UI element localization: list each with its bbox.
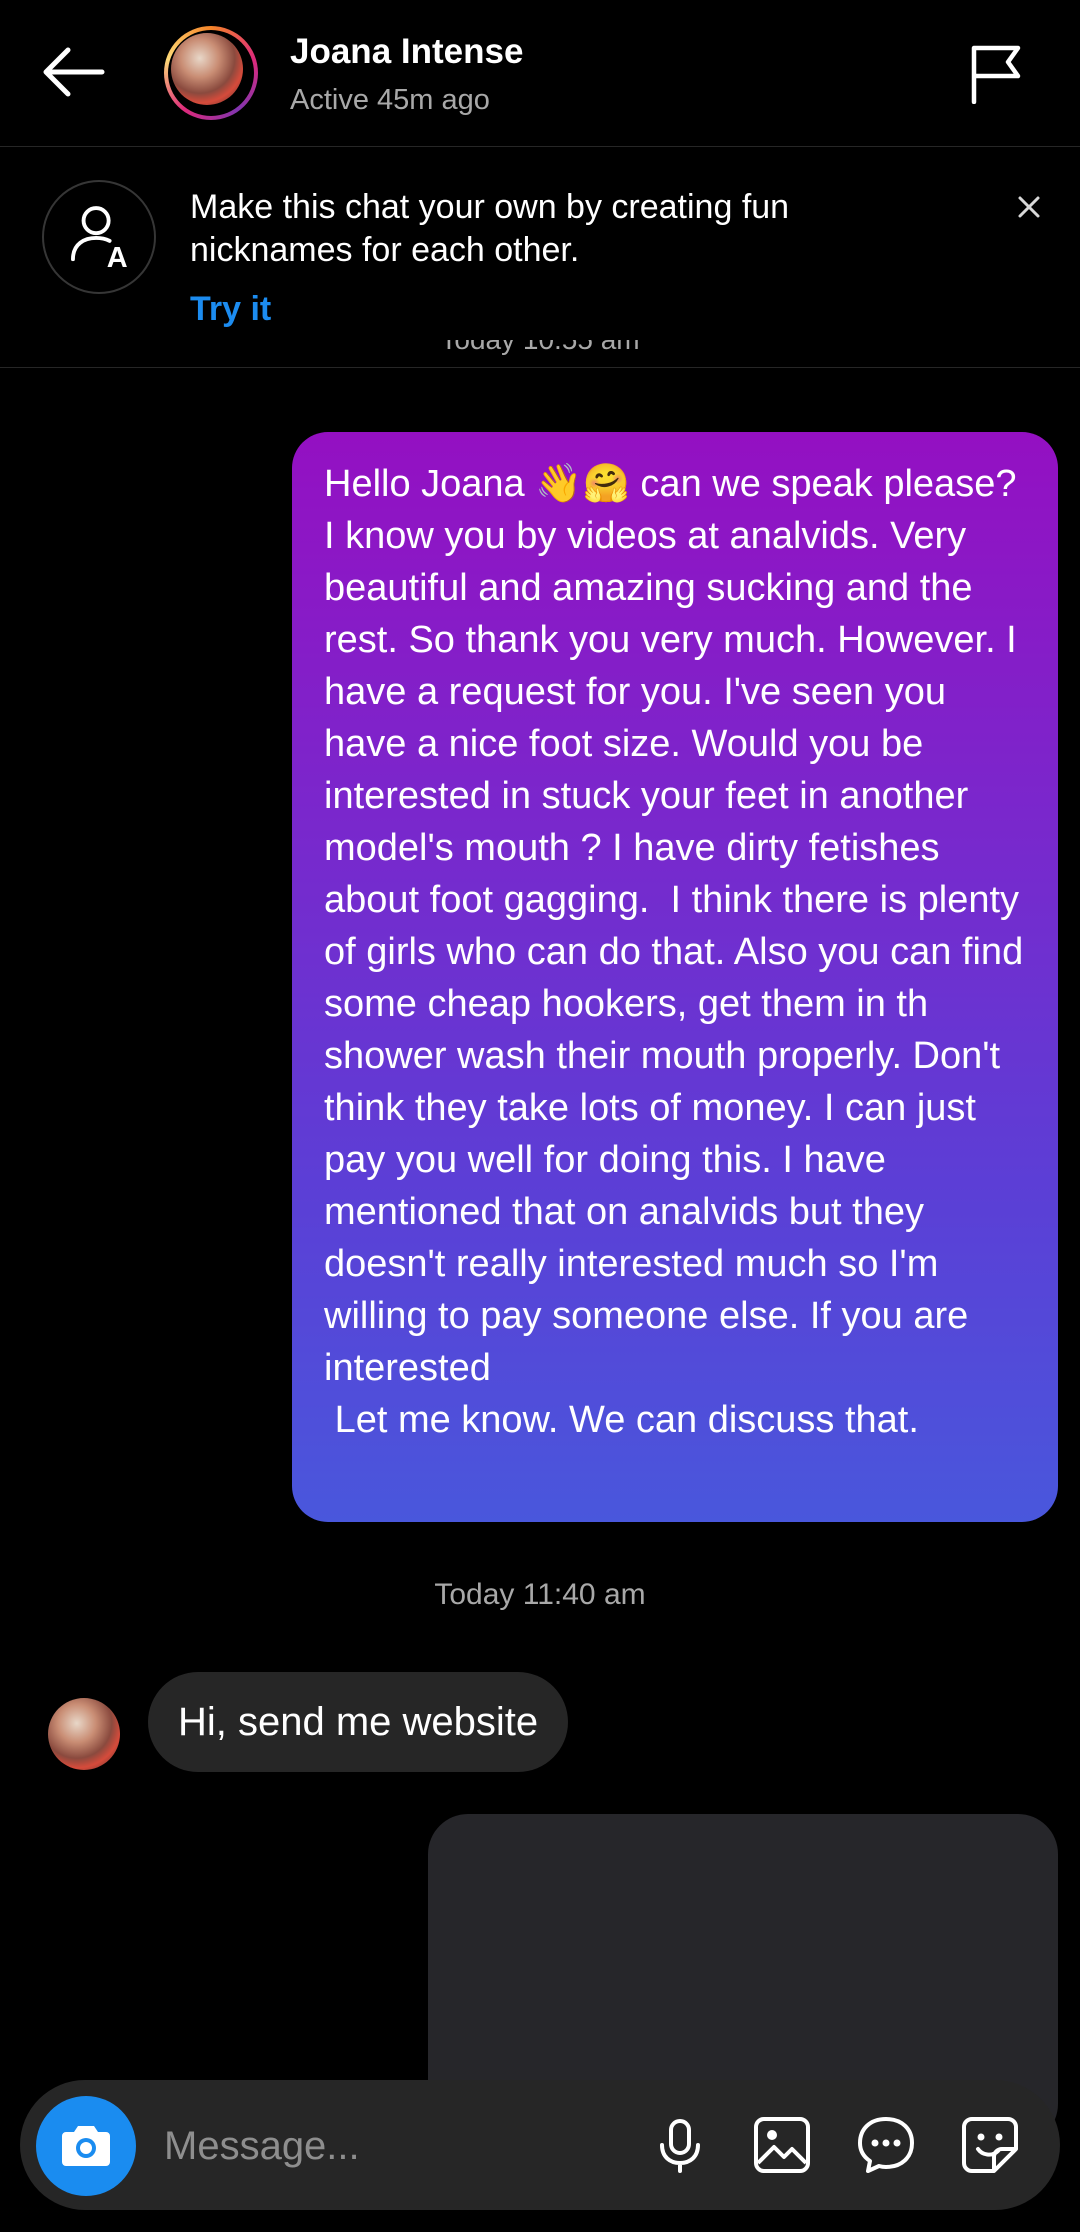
- partial-timestamp: Today 10:55 am: [0, 340, 1080, 372]
- chat-bubble-icon[interactable]: [854, 2113, 918, 2177]
- microphone-icon[interactable]: [648, 2113, 712, 2177]
- banner-text: Make this chat your own by creating fun …: [190, 188, 790, 269]
- back-arrow-icon[interactable]: [40, 44, 106, 100]
- sender-avatar[interactable]: [48, 1698, 120, 1770]
- contact-status: Active 45m ago: [290, 84, 490, 116]
- message-input[interactable]: [158, 2116, 644, 2176]
- flag-icon[interactable]: [968, 42, 1024, 104]
- sticker-icon[interactable]: [958, 2113, 1022, 2177]
- gallery-icon[interactable]: [750, 2113, 814, 2177]
- contact-avatar[interactable]: [164, 26, 258, 120]
- try-it-button[interactable]: Try it: [190, 290, 271, 329]
- nickname-banner: A Make this chat your own by creating fu…: [0, 148, 1080, 368]
- nickname-icon: A: [42, 180, 156, 294]
- sent-message-bubble[interactable]: Hello Joana 👋🤗 can we speak please? I kn…: [292, 432, 1058, 1522]
- message-composer: [20, 2080, 1060, 2210]
- camera-button[interactable]: [36, 2096, 136, 2196]
- camera-icon: [62, 2126, 110, 2166]
- contact-name[interactable]: Joana Intense: [290, 32, 523, 72]
- svg-text:A: A: [107, 242, 128, 274]
- close-icon[interactable]: [1012, 190, 1046, 224]
- received-message-bubble[interactable]: Hi, send me website: [148, 1672, 569, 1772]
- message-timestamp: Today 11:40 am: [434, 1578, 646, 1611]
- chat-header: Joana Intense Active 45m ago: [0, 0, 1080, 147]
